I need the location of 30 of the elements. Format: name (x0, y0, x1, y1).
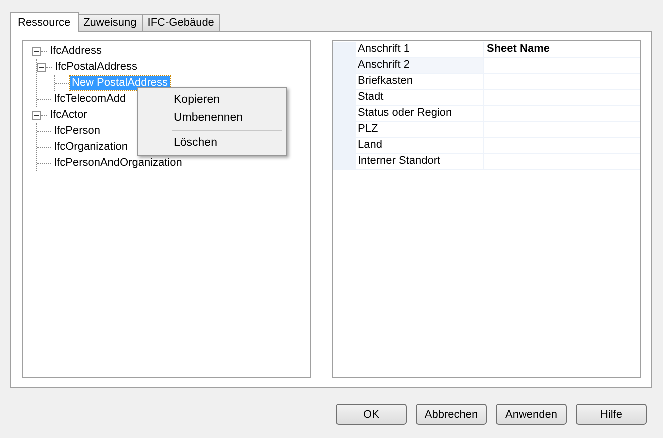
dialog-button[interactable]: Hilfe (576, 404, 647, 425)
dialog-button[interactable]: Anwenden (496, 404, 567, 425)
collapse-icon[interactable] (32, 110, 41, 120)
tree-item[interactable]: IfcPerson (52, 124, 102, 138)
property-name[interactable]: Status oder Region (356, 106, 484, 122)
row-header[interactable] (333, 42, 356, 58)
property-name[interactable]: Stadt (356, 90, 484, 106)
property-name[interactable]: Anschrift 2 (356, 58, 484, 74)
row-header[interactable] (333, 154, 356, 170)
dialog-button[interactable]: OK (336, 404, 407, 425)
tree-item[interactable]: IfcTelecomAdd (52, 92, 128, 106)
tab[interactable]: IFC-Gebäude (142, 14, 220, 31)
tree-item[interactable]: IfcAddress (48, 44, 104, 58)
collapse-icon[interactable] (37, 62, 46, 72)
tab[interactable]: Ressource (10, 12, 79, 32)
menu-item[interactable]: Umbenennen (140, 109, 284, 127)
property-name[interactable]: Land (356, 138, 484, 154)
property-value[interactable]: Sheet Name (484, 42, 640, 58)
tree-item[interactable]: IfcPersonAndOrganization (52, 156, 184, 170)
collapse-icon[interactable] (32, 46, 41, 56)
menu-item[interactable]: Löschen (140, 134, 284, 152)
menu-item[interactable]: Kopieren (140, 91, 284, 109)
tree-item[interactable]: IfcActor (48, 108, 90, 122)
property-name[interactable]: Interner Standort (356, 154, 484, 170)
dialog-button[interactable]: Abbrechen (416, 404, 487, 425)
tree-item[interactable]: IfcPostalAddress (53, 60, 140, 74)
property-name[interactable]: PLZ (356, 122, 484, 138)
property-name[interactable]: Briefkasten (356, 74, 484, 90)
tab[interactable]: Zuweisung (78, 14, 143, 31)
tree-item[interactable]: IfcOrganization (52, 140, 130, 154)
